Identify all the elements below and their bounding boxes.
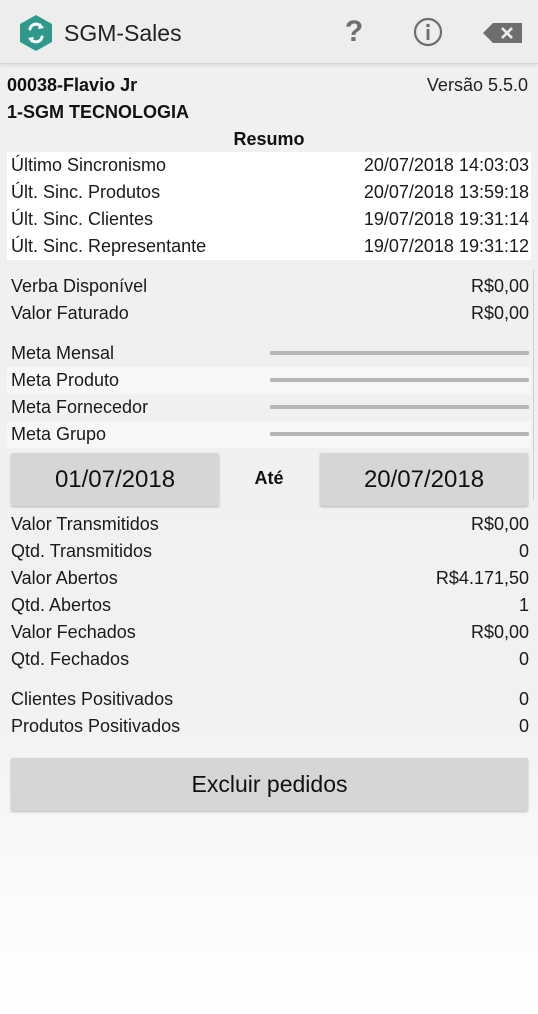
meta-label: Meta Grupo — [11, 424, 107, 444]
sync-value: 20/07/2018 13:59:18 — [363, 182, 529, 202]
finance-value: R$0,00 — [470, 303, 529, 323]
order-label: Valor Fechados — [11, 622, 136, 642]
sync-row: Últ. Sinc. Clientes 19/07/2018 19:31:14 — [7, 206, 531, 233]
meta-row: Meta Fornecedor — [7, 394, 531, 421]
help-button[interactable]: ? — [336, 14, 372, 50]
order-label: Valor Transmitidos — [11, 514, 159, 534]
sync-row: Último Sincronismo 20/07/2018 14:03:03 — [7, 152, 531, 179]
app-version: Versão 5.5.0 — [426, 75, 528, 95]
meta-label: Meta Produto — [11, 370, 120, 390]
order-label: Qtd. Abertos — [11, 595, 112, 615]
sync-row: Últ. Sinc. Produtos 20/07/2018 13:59:18 — [7, 179, 531, 206]
order-row: Valor Transmitidos R$0,00 — [7, 511, 531, 538]
finance-row: Verba Disponível R$0,00 — [7, 273, 531, 300]
positivado-row: Clientes Positivados 0 — [7, 686, 531, 713]
sync-label: Últ. Sinc. Clientes — [11, 209, 154, 229]
order-value: R$4.171,50 — [435, 568, 529, 588]
finance-value: R$0,00 — [470, 276, 529, 296]
order-value: R$0,00 — [470, 622, 529, 642]
sync-label: Últ. Sinc. Produtos — [11, 182, 161, 202]
user-name: 00038-Flavio Jr — [7, 75, 138, 95]
positivado-label: Clientes Positivados — [11, 689, 174, 709]
company-name: 1-SGM TECNOLOGIA — [7, 102, 190, 122]
sync-value: 19/07/2018 19:31:12 — [363, 236, 529, 256]
app-title: SGM-Sales — [64, 20, 182, 46]
scroll-edge — [533, 270, 538, 500]
positivado-value: 0 — [518, 689, 529, 709]
order-row: Qtd. Fechados 0 — [7, 646, 531, 673]
positivado-row: Produtos Positivados 0 — [7, 713, 531, 740]
meta-label: Meta Fornecedor — [11, 397, 149, 417]
end-date-button[interactable]: 20/07/2018 — [320, 453, 528, 506]
meta-progress-bar — [270, 378, 529, 382]
order-value: 1 — [518, 595, 529, 615]
meta-progress-bar — [270, 351, 529, 355]
meta-progress-bar — [270, 405, 529, 409]
positivado-value: 0 — [518, 716, 529, 736]
meta-label: Meta Mensal — [11, 343, 115, 363]
meta-progress-bar — [270, 432, 529, 436]
order-row: Valor Abertos R$4.171,50 — [7, 565, 531, 592]
order-label: Valor Abertos — [11, 568, 118, 588]
order-label: Qtd. Fechados — [11, 649, 130, 669]
sync-value: 19/07/2018 19:31:14 — [363, 209, 529, 229]
order-value: 0 — [518, 541, 529, 561]
section-title: Resumo — [233, 129, 305, 149]
finance-label: Valor Faturado — [11, 303, 129, 323]
order-value: 0 — [518, 649, 529, 669]
order-row: Valor Fechados R$0,00 — [7, 619, 531, 646]
excluir-pedidos-button[interactable]: Excluir pedidos — [11, 758, 528, 811]
sync-label: Último Sincronismo — [11, 155, 167, 175]
help-icon: ? — [344, 15, 364, 48]
start-date-button[interactable]: 01/07/2018 — [11, 453, 219, 506]
order-value: R$0,00 — [470, 514, 529, 534]
meta-row: Meta Mensal — [7, 340, 531, 367]
info-icon[interactable] — [413, 17, 443, 47]
meta-row: Meta Produto — [7, 367, 531, 394]
sync-label: Últ. Sinc. Representante — [11, 236, 207, 256]
order-label: Qtd. Transmitidos — [11, 541, 153, 561]
app-bar: SGM-Sales ? — [0, 0, 538, 64]
sync-value: 20/07/2018 14:03:03 — [363, 155, 529, 175]
order-row: Qtd. Transmitidos 0 — [7, 538, 531, 565]
positivado-label: Produtos Positivados — [11, 716, 181, 736]
finance-label: Verba Disponível — [11, 276, 148, 296]
backspace-icon[interactable] — [483, 22, 523, 44]
sync-row: Últ. Sinc. Representante 19/07/2018 19:3… — [7, 233, 531, 260]
finance-row: Valor Faturado R$0,00 — [7, 300, 531, 327]
order-row: Qtd. Abertos 1 — [7, 592, 531, 619]
app-logo-icon — [20, 15, 52, 51]
meta-row: Meta Grupo — [7, 421, 531, 448]
date-separator: Até — [254, 468, 284, 488]
